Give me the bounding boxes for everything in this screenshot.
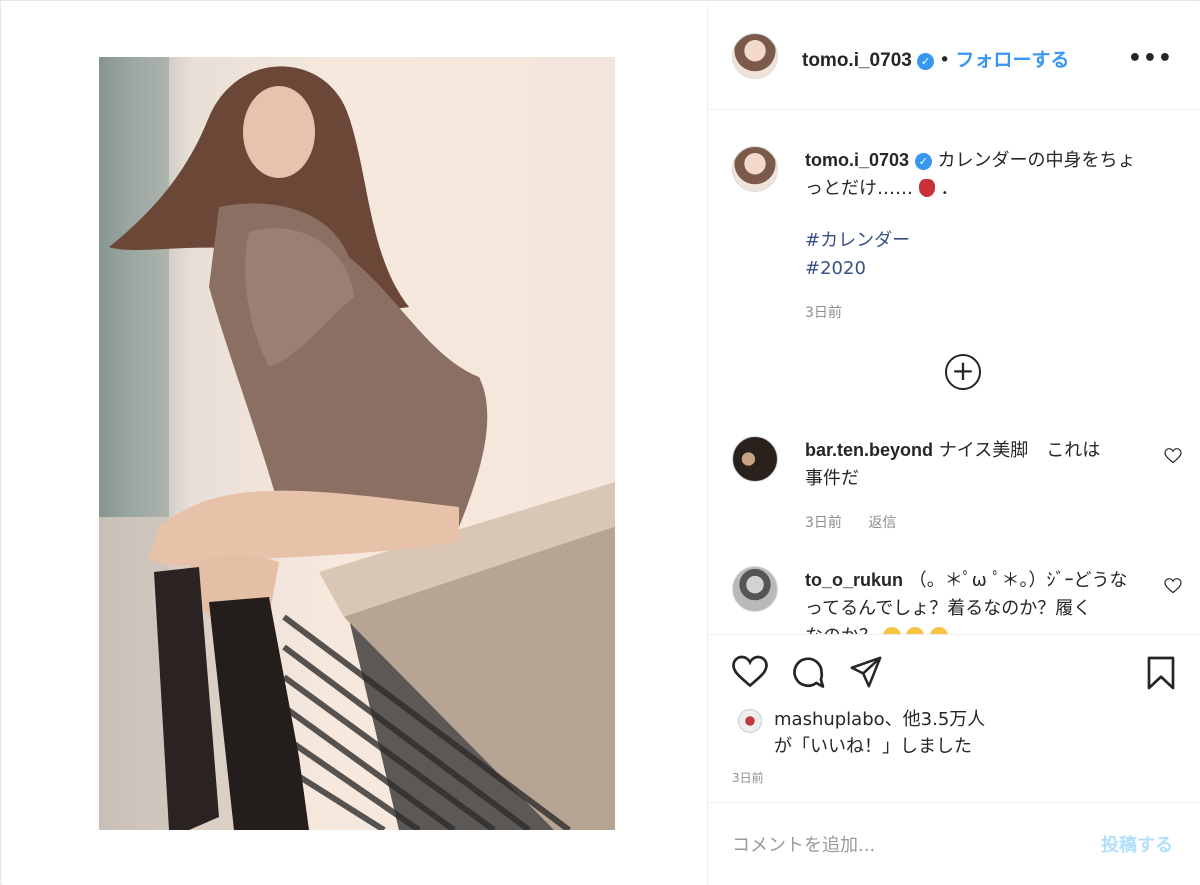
likes-summary-suffix: が「いいね！」しました xyxy=(774,736,972,757)
comment-icon[interactable] xyxy=(790,655,826,691)
caption-line-1: tomo.i_0703 ✓ カレンダーの中身をちょ xyxy=(805,146,1145,175)
comment-time: 3日前 xyxy=(805,515,842,531)
caption-line-2: っとだけ…… ． xyxy=(805,175,1145,203)
verified-icon: ✓ xyxy=(914,153,932,170)
comment-item: bar.ten.beyond ナイス美脚 これは 事件だ 3日前 返信 xyxy=(732,436,1182,546)
caption-trailing-mark: ． xyxy=(940,178,959,199)
comment-line-3: なのか？ xyxy=(805,623,1145,634)
commenter-avatar[interactable] xyxy=(732,566,778,612)
share-icon[interactable] xyxy=(848,655,884,689)
hashtag-link[interactable]: #カレンダー xyxy=(805,227,1145,255)
comment-text-1: （。＊ﾟω ﾟ＊。）ｼﾞｰどうな xyxy=(908,570,1128,591)
plus-circle-icon[interactable]: + xyxy=(945,354,981,390)
commenter-username[interactable]: to_o_rukun xyxy=(805,570,903,590)
liker-avatar[interactable] xyxy=(738,709,762,733)
likes-summary[interactable]: mashuplabo、他3.5万人 xyxy=(774,705,985,731)
more-icon[interactable]: ••• xyxy=(1128,46,1173,71)
author-avatar[interactable] xyxy=(732,33,778,79)
comment-text-1: ナイス美脚 これは xyxy=(938,440,1101,461)
caption-text-2: っとだけ…… xyxy=(805,178,913,199)
caption-text-1: カレンダーの中身をちょ xyxy=(937,150,1136,171)
comment-line-1: to_o_rukun （。＊ﾟω ﾟ＊。）ｼﾞｰどうな xyxy=(805,566,1145,595)
caption-avatar[interactable] xyxy=(732,146,778,192)
comment-input[interactable]: コメントを追加... xyxy=(732,831,875,857)
comments-list[interactable]: tomo.i_0703 ✓ カレンダーの中身をちょ っとだけ…… ． #カレンダ… xyxy=(708,111,1200,634)
author-username[interactable]: tomo.i_0703 xyxy=(802,50,912,71)
caption-body: tomo.i_0703 ✓ カレンダーの中身をちょ っとだけ…… ． #カレンダ… xyxy=(805,146,1145,327)
commenter-username[interactable]: bar.ten.beyond xyxy=(805,440,933,460)
comment-body: to_o_rukun （。＊ﾟω ﾟ＊。）ｼﾞｰどうな ってるんでしょ？着るなの… xyxy=(805,566,1145,634)
header-separator: • xyxy=(939,49,951,71)
grimace-emoji-icon xyxy=(882,627,901,634)
post-header: tomo.i_0703 ✓ • フォローする ••• xyxy=(708,2,1200,110)
post-actions: mashuplabo、他3.5万人 が「いいね！」しました 3日前 xyxy=(708,634,1200,802)
heart-icon[interactable] xyxy=(732,655,768,689)
like-comment-heart-icon[interactable] xyxy=(1164,448,1182,464)
comment-line-1: bar.ten.beyond ナイス美脚 これは xyxy=(805,436,1145,465)
post-modal: tomo.i_0703 ✓ • フォローする ••• tomo.i_0703 ✓… xyxy=(0,0,1200,885)
reply-button[interactable]: 返信 xyxy=(868,515,896,531)
hashtag-link[interactable]: #2020 xyxy=(805,255,1145,283)
comment-body: bar.ten.beyond ナイス美脚 これは 事件だ 3日前 返信 xyxy=(805,436,1145,537)
post-timestamp[interactable]: 3日前 xyxy=(732,769,764,786)
comment-text-2: 事件だ xyxy=(805,468,859,489)
strawberry-emoji-icon xyxy=(918,179,935,197)
grimace-emoji-icon xyxy=(930,627,949,634)
post-comment-button[interactable]: 投稿する xyxy=(1101,831,1173,857)
caption-time: 3日前 xyxy=(805,305,842,321)
caption-item: tomo.i_0703 ✓ カレンダーの中身をちょ っとだけ…… ． #カレンダ… xyxy=(732,146,1182,346)
add-comment-bar: コメントを追加... 投稿する xyxy=(708,802,1200,885)
comment-item: to_o_rukun （。＊ﾟω ﾟ＊。）ｼﾞｰどうな ってるんでしょ？着るなの… xyxy=(732,566,1182,634)
grimace-emoji-icon xyxy=(906,627,925,634)
photo-illustration xyxy=(99,57,615,830)
comment-text-2: ってるんでしょ？着るなのか？履く xyxy=(805,598,1092,619)
post-photo[interactable] xyxy=(99,57,615,830)
post-side-panel: tomo.i_0703 ✓ • フォローする ••• tomo.i_0703 ✓… xyxy=(707,2,1200,885)
comment-text-3: なのか？ xyxy=(805,626,877,634)
bookmark-icon[interactable] xyxy=(1145,655,1177,691)
caption-username[interactable]: tomo.i_0703 xyxy=(805,150,909,170)
follow-button[interactable]: フォローする xyxy=(955,49,1069,71)
commenter-avatar[interactable] xyxy=(732,436,778,482)
comment-meta: 3日前 返信 xyxy=(805,509,1145,537)
like-comment-heart-icon[interactable] xyxy=(1164,578,1182,594)
verified-icon: ✓ xyxy=(916,53,934,70)
header-user-line: tomo.i_0703 ✓ • フォローする xyxy=(802,45,1069,72)
media-area xyxy=(2,2,707,885)
